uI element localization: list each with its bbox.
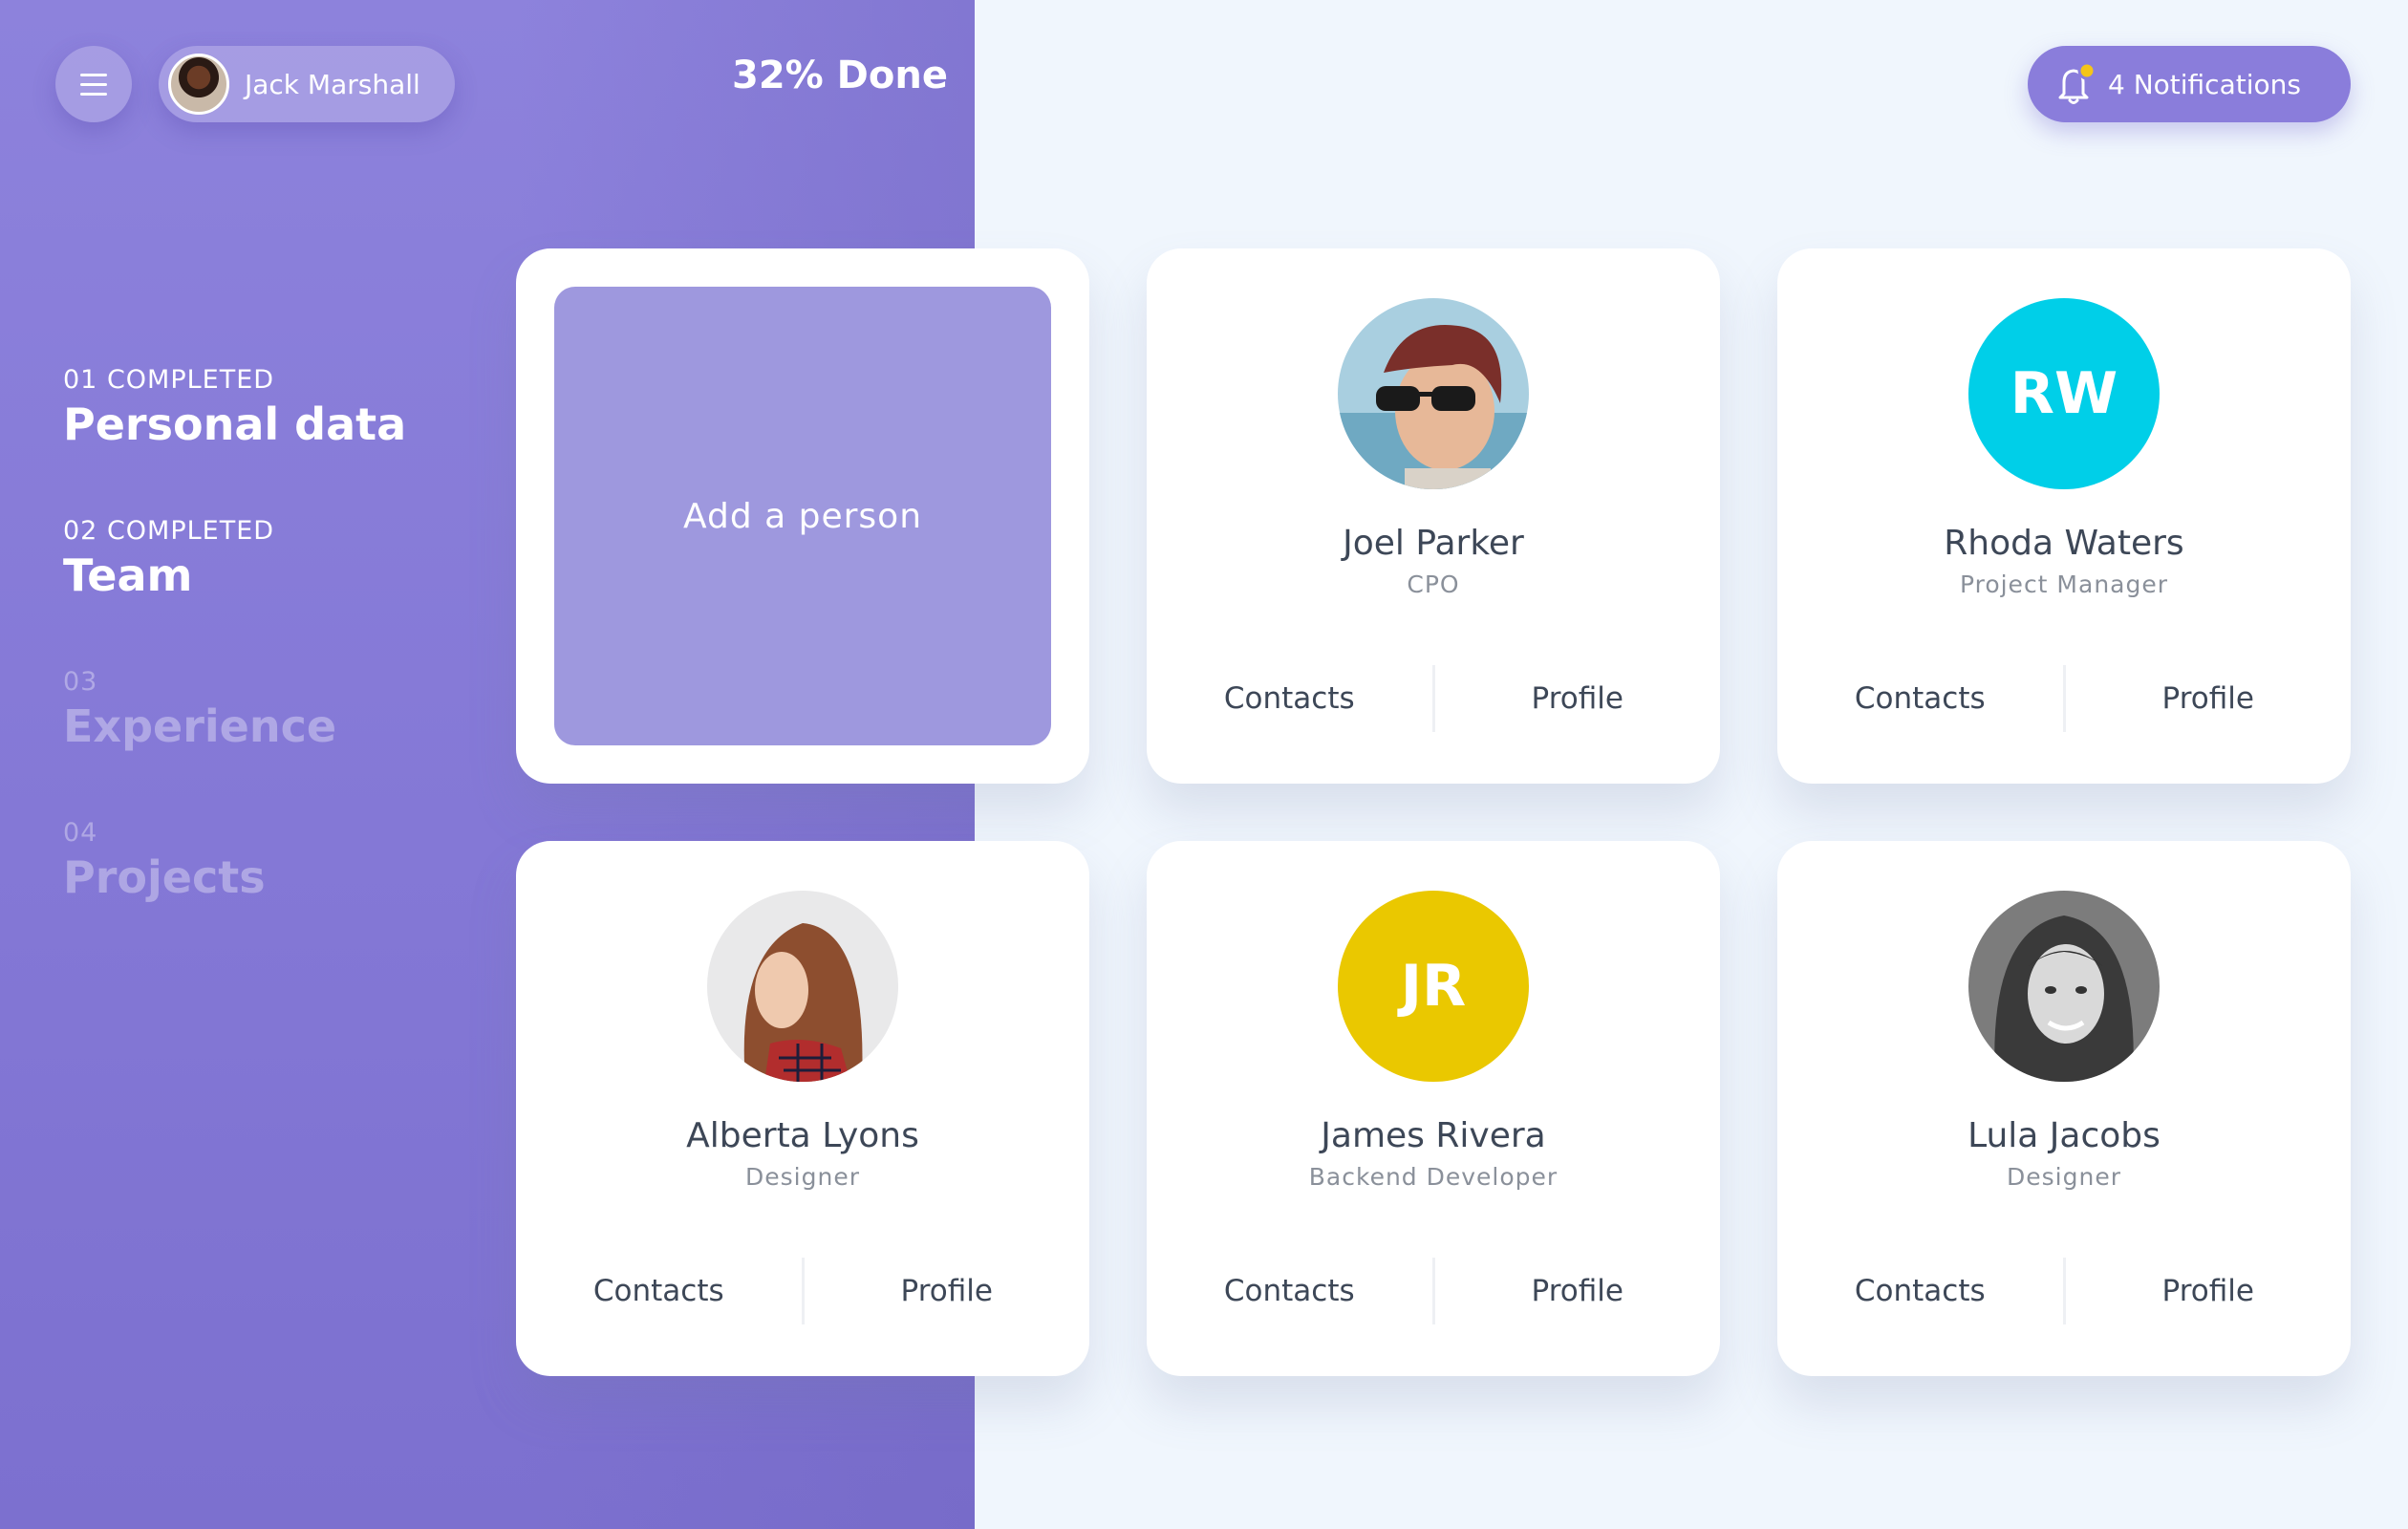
contacts-button[interactable]: Contacts bbox=[1777, 681, 2063, 716]
person-name: Lula Jacobs bbox=[1967, 1116, 2161, 1155]
user-profile-button[interactable]: Jack Marshall bbox=[159, 46, 455, 122]
add-person-button[interactable]: Add a person bbox=[554, 287, 1051, 745]
avatar bbox=[707, 891, 898, 1082]
step-personal-data[interactable]: 01 COMPLETED Personal data bbox=[63, 365, 406, 453]
step-projects[interactable]: 04 Projects bbox=[63, 818, 406, 906]
avatar: JR bbox=[1338, 891, 1529, 1082]
step-title: Personal data bbox=[63, 398, 407, 450]
person-card-alberta-lyons: Alberta Lyons Designer Contacts Profile bbox=[516, 841, 1089, 1376]
avatar bbox=[168, 54, 229, 115]
add-person-label: Add a person bbox=[682, 496, 923, 536]
person-card-rhoda-waters: RW Rhoda Waters Project Manager Contacts… bbox=[1777, 248, 2351, 784]
profile-button[interactable]: Profile bbox=[805, 1274, 1090, 1308]
person-name: Alberta Lyons bbox=[686, 1116, 919, 1155]
notifications-label: 4 Notifications bbox=[2108, 68, 2301, 100]
person-role: CPO bbox=[1407, 571, 1460, 598]
person-name: Rhoda Waters bbox=[1944, 524, 2184, 563]
step-label: 03 bbox=[63, 667, 98, 697]
person-role: Backend Developer bbox=[1308, 1163, 1559, 1191]
person-role: Project Manager bbox=[1959, 571, 2169, 598]
contacts-button[interactable]: Contacts bbox=[516, 1274, 802, 1308]
step-label: 02 COMPLETED bbox=[63, 516, 275, 546]
step-experience[interactable]: 03 Experience bbox=[63, 667, 406, 755]
profile-button[interactable]: Profile bbox=[2066, 681, 2352, 716]
step-team[interactable]: 02 COMPLETED Team bbox=[63, 516, 406, 604]
user-name: Jack Marshall bbox=[245, 68, 420, 100]
bell-icon bbox=[2051, 59, 2100, 109]
contacts-button[interactable]: Contacts bbox=[1147, 681, 1432, 716]
contacts-button[interactable]: Contacts bbox=[1777, 1274, 2063, 1308]
person-name: Joel Parker bbox=[1343, 524, 1524, 563]
profile-button[interactable]: Profile bbox=[1435, 681, 1721, 716]
contacts-button[interactable]: Contacts bbox=[1147, 1274, 1432, 1308]
profile-button[interactable]: Profile bbox=[1435, 1274, 1721, 1308]
hamburger-icon bbox=[80, 73, 107, 96]
step-label: 04 bbox=[63, 818, 98, 848]
menu-button[interactable] bbox=[55, 46, 132, 122]
notifications-button[interactable]: 4 Notifications bbox=[2028, 46, 2351, 122]
profile-button[interactable]: Profile bbox=[2066, 1274, 2352, 1308]
progress-label: 32% Done bbox=[732, 54, 948, 97]
person-role: Designer bbox=[2007, 1163, 2121, 1191]
person-card-lula-jacobs: Lula Jacobs Designer Contacts Profile bbox=[1777, 841, 2351, 1376]
avatar bbox=[1338, 298, 1529, 489]
step-title: Team bbox=[63, 549, 193, 601]
person-card-james-rivera: JR James Rivera Backend Developer Contac… bbox=[1147, 841, 1720, 1376]
step-title: Projects bbox=[63, 851, 266, 903]
person-card-joel-parker: Joel Parker CPO Contacts Profile bbox=[1147, 248, 1720, 784]
step-label: 01 COMPLETED bbox=[63, 365, 275, 395]
avatar: RW bbox=[1968, 298, 2160, 489]
step-title: Experience bbox=[63, 700, 337, 752]
person-name: James Rivera bbox=[1321, 1116, 1546, 1155]
person-role: Designer bbox=[745, 1163, 860, 1191]
avatar bbox=[1968, 891, 2160, 1082]
add-person-card[interactable]: Add a person bbox=[516, 248, 1089, 784]
progress-steps: 01 COMPLETED Personal data 02 COMPLETED … bbox=[63, 365, 406, 969]
